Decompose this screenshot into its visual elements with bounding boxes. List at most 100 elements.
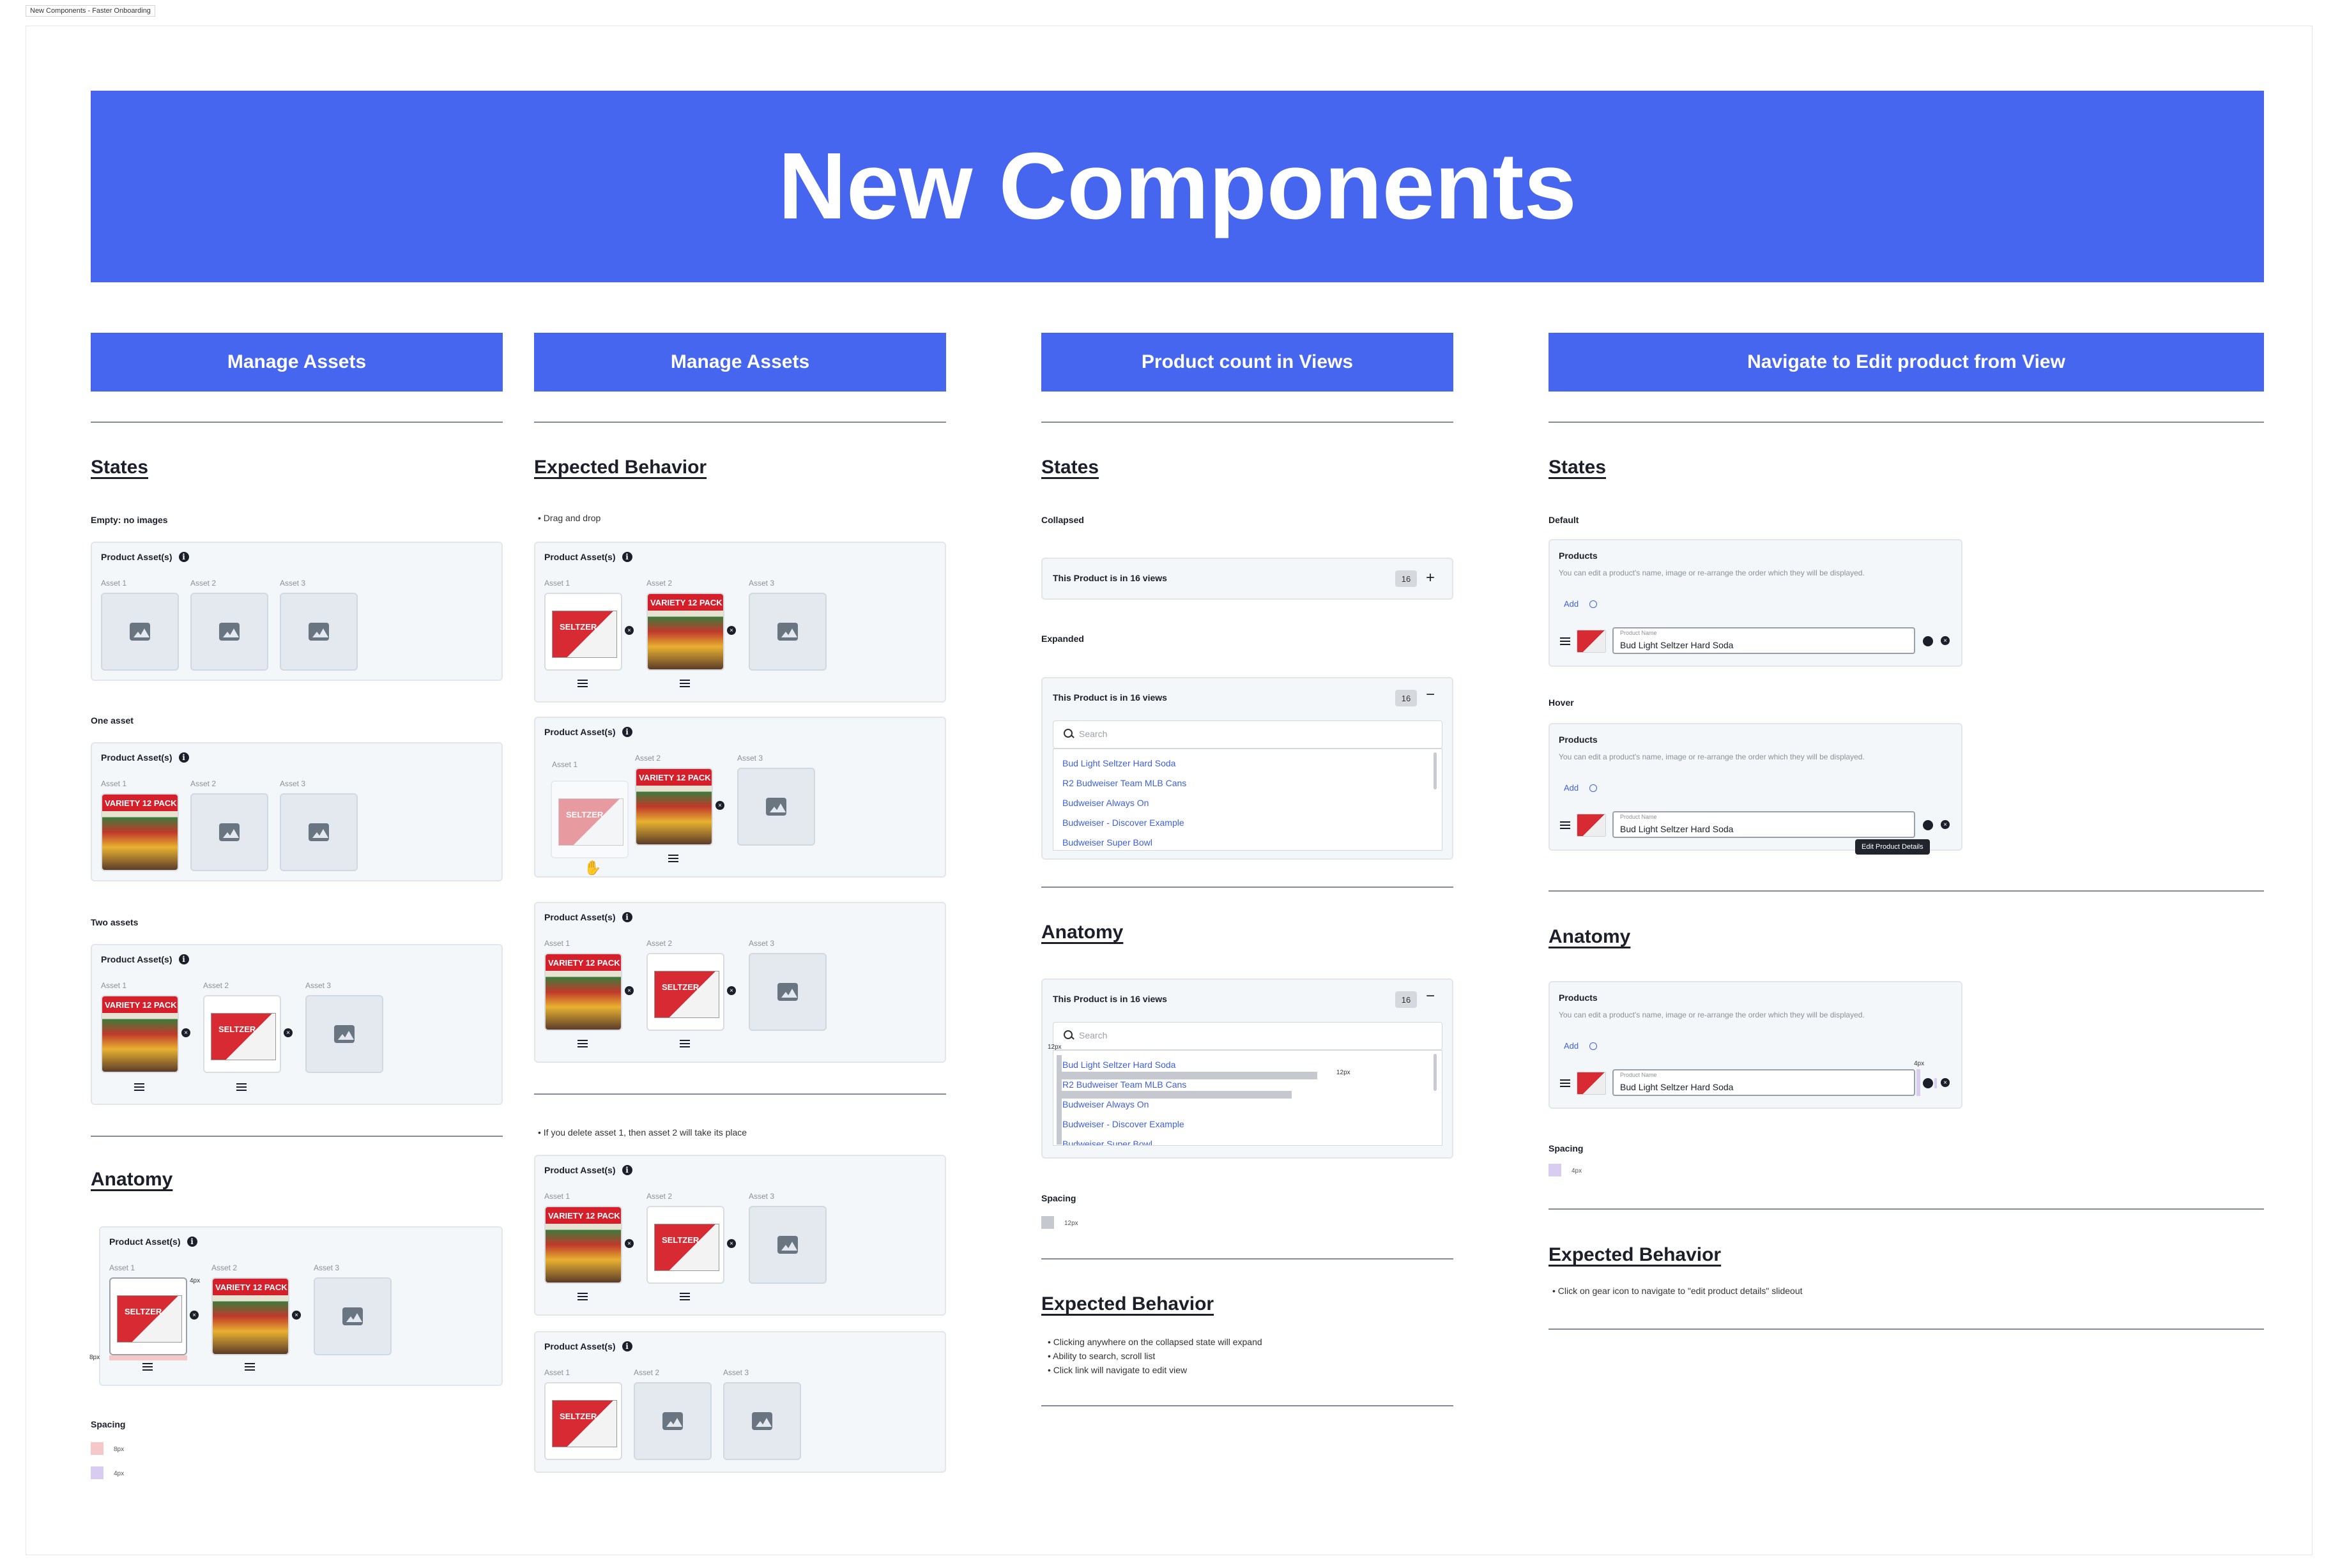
view-link-1[interactable]: Bud Light Seltzer Hard Soda [1062, 758, 1175, 768]
asset-thumbnail-variety[interactable]: VARIETY 12 PACK [646, 593, 724, 671]
remove-product-icon[interactable]: × [1941, 636, 1950, 645]
asset-thumbnail-variety[interactable]: VARIETY 12 PACK [101, 793, 179, 871]
view-link-3[interactable]: Budweiser Always On [1062, 1099, 1149, 1109]
info-icon[interactable]: i [622, 1165, 632, 1175]
view-link-3[interactable]: Budweiser Always On [1062, 798, 1149, 808]
asset-slot-3[interactable] [737, 768, 815, 846]
asset-thumbnail-variety[interactable]: VARIETY 12 PACK [211, 1277, 289, 1355]
remove-asset-icon[interactable]: × [727, 626, 736, 635]
scrollbar[interactable] [1434, 752, 1437, 789]
remove-asset-icon[interactable]: × [715, 801, 724, 810]
asset-thumbnail-variety[interactable]: VARIETY 12 PACK [544, 953, 622, 1031]
asset-slot-2[interactable] [190, 593, 268, 671]
asset-thumbnail-variety[interactable]: VARIETY 12 PACK [544, 1206, 622, 1284]
asset-thumbnail-seltzer[interactable]: SELTZER [203, 995, 281, 1073]
remove-asset-icon[interactable]: × [727, 1239, 736, 1248]
product-name-field[interactable]: Product Name Bud Light Seltzer Hard Soda [1612, 1069, 1915, 1096]
asset-thumbnail-seltzer[interactable]: SELTZER [544, 1382, 622, 1460]
drag-handle-icon[interactable] [245, 1363, 255, 1371]
drag-handle-icon[interactable] [680, 680, 690, 687]
view-link-4[interactable]: Budweiser - Discover Example [1062, 818, 1184, 828]
add-product-link[interactable]: Add [1564, 599, 1579, 609]
drag-handle-icon[interactable] [134, 1083, 144, 1091]
product-name-field[interactable]: Product Name Bud Light Seltzer Hard Soda [1612, 627, 1915, 654]
asset-slot-3[interactable] [280, 793, 358, 871]
asset-slot-3[interactable] [314, 1277, 392, 1355]
view-link-2[interactable]: R2 Budweiser Team MLB Cans [1062, 1079, 1186, 1090]
add-circle-icon[interactable] [1589, 600, 1597, 608]
divider [1549, 1328, 2264, 1330]
product-thumbnail[interactable] [1577, 814, 1606, 837]
asset-slot-3[interactable] [305, 995, 383, 1073]
drag-handle-icon[interactable] [1560, 1079, 1570, 1087]
remove-asset-icon[interactable]: × [292, 1311, 301, 1320]
drag-handle-icon[interactable] [577, 680, 588, 687]
drag-handle-icon[interactable] [142, 1363, 153, 1371]
asset-slot-1[interactable] [101, 593, 179, 671]
asset-thumbnail-variety[interactable]: VARIETY 12 PACK [101, 995, 179, 1073]
drag-handle-icon[interactable] [1560, 821, 1570, 829]
remove-product-icon[interactable]: × [1941, 1078, 1950, 1087]
view-link-5[interactable]: Budweiser Super Bowl [1062, 837, 1152, 848]
asset-slot-3[interactable] [723, 1382, 801, 1460]
asset-slot-2[interactable] [634, 1382, 712, 1460]
asset-slot-2[interactable] [190, 793, 268, 871]
remove-asset-icon[interactable]: × [727, 986, 736, 995]
drag-handle-icon[interactable] [577, 1293, 588, 1300]
remove-product-icon[interactable]: × [1941, 820, 1950, 829]
info-icon[interactable]: i [622, 727, 632, 737]
remove-asset-icon[interactable]: × [284, 1028, 293, 1037]
info-icon[interactable]: i [622, 1341, 632, 1351]
views-search-input[interactable]: Search [1053, 720, 1442, 749]
remove-asset-icon[interactable]: × [625, 626, 634, 635]
views-search-input[interactable]: Search [1053, 1022, 1442, 1050]
asset-slot-3[interactable] [749, 953, 827, 1031]
add-circle-icon[interactable] [1589, 784, 1597, 792]
gear-icon[interactable] [1923, 1078, 1933, 1088]
asset-thumbnail-seltzer[interactable]: SELTZER [109, 1277, 187, 1355]
view-link-5[interactable]: Budweiser Super Bowl [1062, 1139, 1152, 1145]
asset-thumbnail-seltzer[interactable]: SELTZER [544, 593, 622, 671]
asset-thumbnail-seltzer[interactable]: SELTZER [646, 1206, 724, 1284]
view-link-4[interactable]: Budweiser - Discover Example [1062, 1119, 1184, 1129]
remove-asset-icon[interactable]: × [181, 1028, 190, 1037]
asset-slot-3[interactable] [749, 593, 827, 671]
drag-handle-icon[interactable] [668, 855, 678, 862]
info-icon[interactable]: i [178, 752, 189, 763]
remove-asset-icon[interactable]: × [625, 986, 634, 995]
asset-thumbnail-seltzer[interactable]: SELTZER [646, 953, 724, 1031]
collapse-minus-icon[interactable]: − [1426, 687, 1435, 703]
drag-handle-icon[interactable] [680, 1293, 690, 1300]
info-icon[interactable]: i [178, 552, 189, 562]
info-icon[interactable]: i [622, 912, 632, 922]
collapse-minus-icon[interactable]: − [1426, 989, 1435, 1004]
expand-plus-icon[interactable]: + [1426, 570, 1435, 586]
asset-label-1: Asset 1 [544, 579, 570, 588]
gear-icon[interactable] [1923, 820, 1933, 830]
scrollbar[interactable] [1434, 1054, 1437, 1091]
drag-handle-icon[interactable] [577, 1040, 588, 1047]
frame-tab[interactable]: New Components - Faster Onboarding [26, 5, 155, 17]
asset-thumbnail-variety[interactable]: VARIETY 12 PACK [635, 768, 713, 846]
asset-thumbnail-dragging[interactable]: SELTZER [551, 780, 629, 858]
view-link-2[interactable]: R2 Budweiser Team MLB Cans [1062, 778, 1186, 788]
view-link-1[interactable]: Bud Light Seltzer Hard Soda [1062, 1060, 1175, 1070]
product-thumbnail[interactable] [1577, 1072, 1606, 1095]
drag-handle-icon[interactable] [236, 1083, 247, 1091]
add-circle-icon[interactable] [1589, 1042, 1597, 1050]
info-icon[interactable]: i [187, 1237, 197, 1247]
asset-slot-3[interactable] [280, 593, 358, 671]
views-collapsed[interactable]: This Product is in 16 views 16 + [1041, 558, 1453, 600]
info-icon[interactable]: i [178, 954, 189, 964]
add-product-link[interactable]: Add [1564, 1041, 1579, 1051]
drag-handle-icon[interactable] [680, 1040, 690, 1047]
gear-icon[interactable] [1923, 636, 1933, 646]
add-product-link[interactable]: Add [1564, 783, 1579, 793]
remove-asset-icon[interactable]: × [190, 1311, 199, 1320]
remove-asset-icon[interactable]: × [625, 1239, 634, 1248]
info-icon[interactable]: i [622, 552, 632, 562]
asset-slot-3[interactable] [749, 1206, 827, 1284]
product-thumbnail[interactable] [1577, 630, 1606, 653]
product-name-field[interactable]: Product Name Bud Light Seltzer Hard Soda [1612, 811, 1915, 838]
drag-handle-icon[interactable] [1560, 637, 1570, 645]
